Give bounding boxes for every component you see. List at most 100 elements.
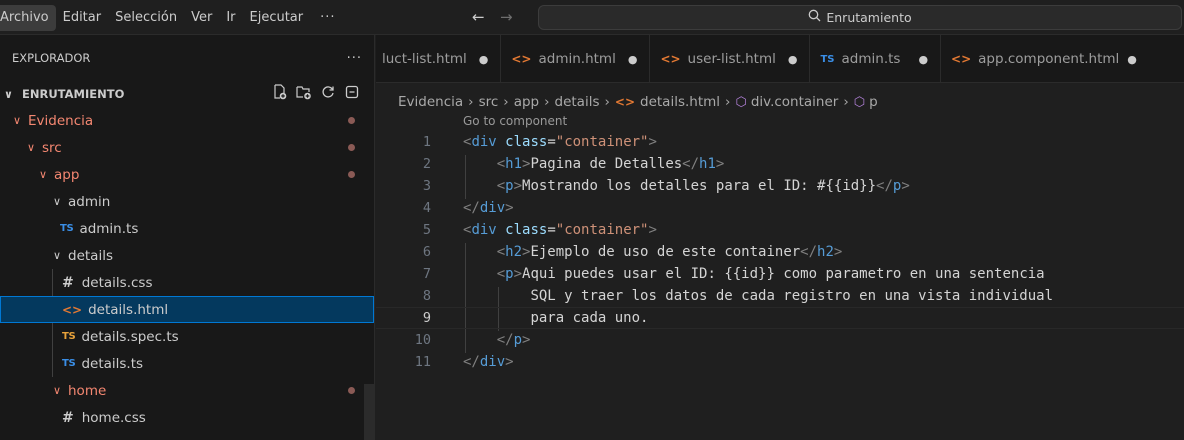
tree-item-admin-ts[interactable]: TS admin.ts [0,215,374,242]
line-content: </p> [496,332,531,348]
chevron-right-icon: › [544,94,550,110]
tab-admin-ts[interactable]: TS admin.ts ● [810,35,942,83]
chevron-down-icon: ∨ [52,195,62,208]
tab-label: user-list.html [687,51,776,67]
tree-item-home-css[interactable]: # home.css [0,404,374,431]
line-content: SQL y traer los datos de cada registro e… [463,288,1053,304]
typescript-test-icon: TS [62,331,76,342]
unsaved-dot-icon[interactable]: ● [479,53,489,66]
breadcrumb-item[interactable]: p [869,94,878,110]
forward-arrow-icon[interactable]: → [500,8,513,26]
tab-label: luct-list.html [382,51,467,67]
menu-seleccion[interactable]: Selección [108,5,184,31]
tab-user-list-html[interactable]: <> user-list.html ● [650,35,811,83]
line-number: 9 [422,310,431,326]
menu-bar: Archivo Editar Selección Ver Ir Ejecutar… [0,0,346,35]
typescript-icon: TS [60,223,74,234]
menu-editar[interactable]: Editar [56,5,109,31]
tree-item-label: details [68,247,113,264]
tree-item-label: home [68,382,107,399]
line-content: </div> [463,354,514,370]
explorer-title: EXPLORADOR [12,51,91,65]
breadcrumb-item[interactable]: app [514,94,539,110]
chevron-down-icon: ∨ [38,168,48,181]
tree-item-details-spec-ts[interactable]: TS details.spec.ts [0,323,374,350]
menu-more-button[interactable]: ··· [310,10,345,25]
html-icon: <> [660,52,681,66]
line-content: <p>Aqui puedes usar el ID: {{id}} como p… [496,266,1045,282]
command-center-search[interactable]: Enrutamiento [538,5,1182,30]
tab-app-component-html[interactable]: <> app.component.html ● [941,35,1149,83]
chevron-right-icon: › [468,94,474,110]
unsaved-dot-icon[interactable]: ● [628,53,638,66]
modified-dot [348,117,355,124]
new-folder-icon[interactable] [296,83,312,101]
unsaved-dot-icon[interactable]: ● [1127,53,1137,66]
chevron-down-icon: ∨ [52,249,62,262]
tree-item-label: details.css [81,274,153,291]
tab-label: app.component.html [978,51,1120,67]
code-line: 1 <div class="container"> [376,131,1184,153]
modified-dot [348,171,355,178]
tree-item-evidencia[interactable]: ∨ Evidencia [0,107,374,134]
sidebar-scrollbar[interactable] [364,384,374,440]
code-line: 6 <h2>Ejemplo de uso de este container</… [376,241,1184,263]
explorer-header: EXPLORADOR ··· [0,35,374,81]
line-number: 10 [414,332,431,348]
unsaved-dot-icon[interactable]: ● [788,53,798,66]
line-number: 8 [422,288,431,304]
line-number: 11 [414,354,431,370]
tab-label: admin.html [538,51,616,67]
breadcrumb-item[interactable]: details.html [640,94,720,110]
breadcrumb-item[interactable]: src [479,94,499,110]
tree-item-details-html[interactable]: <> details.html [0,296,374,323]
line-number: 3 [422,178,431,194]
refresh-icon[interactable] [320,83,336,101]
css-icon: # [62,274,74,291]
attr-name: class [505,222,548,238]
menu-ir[interactable]: Ir [219,5,242,31]
new-file-icon[interactable] [272,83,288,101]
line-content: <h2>Ejemplo de uso de este container</h2… [496,244,843,260]
text-content: SQL y traer los datos de cada registro e… [530,288,1054,304]
code-line: 8 SQL y traer los datos de cada registro… [376,285,1184,307]
code-editor[interactable]: Go to component 1 <div class="container"… [376,114,1184,440]
tab-admin-html[interactable]: <> admin.html ● [501,35,651,83]
tree-item-app[interactable]: ∨ app [0,161,374,188]
tree-item-home[interactable]: ∨ home [0,377,374,404]
line-content: para cada uno. [463,310,648,326]
menu-archivo[interactable]: Archivo [0,4,56,31]
tab-product-list-html[interactable]: luct-list.html ● [376,35,502,83]
breadcrumb-item[interactable]: details [555,94,600,110]
section-actions [272,83,360,101]
menu-ejecutar[interactable]: Ejecutar [243,5,311,31]
collapse-all-icon[interactable] [344,83,360,101]
tree-item-admin[interactable]: ∨ admin [0,188,374,215]
text-content: Pagina de Detalles [530,156,683,172]
element-icon: ⬡ [735,94,747,110]
codelens-go-to-component[interactable]: Go to component [463,114,567,128]
unsaved-dot-icon[interactable]: ● [918,53,928,66]
indent-guide [52,269,53,296]
tree-item-label: Evidencia [28,112,94,129]
html-icon: <> [951,52,972,66]
tree-item-details-ts[interactable]: TS details.ts [0,350,374,377]
workspace-section-header[interactable]: ∨ ENRUTAMIENTO [0,81,374,107]
breadcrumb-item[interactable]: div.container [751,94,839,110]
tree-item-src[interactable]: ∨ src [0,134,374,161]
html-icon: <> [614,95,636,109]
tab-label: admin.ts [841,51,901,67]
code-line: 3 <p>Mostrando los detalles para el ID: … [376,175,1184,197]
tree-item-details[interactable]: ∨ details [0,242,374,269]
tree-item-details-css[interactable]: # details.css [0,269,374,296]
attr-value: "container" [555,134,649,150]
explorer-more-button[interactable]: ··· [347,51,362,66]
menu-ver[interactable]: Ver [184,5,219,31]
html-icon: <> [511,52,532,66]
modified-dot [348,144,355,151]
back-arrow-icon[interactable]: ← [472,8,485,26]
line-content: <p>Mostrando los detalles para el ID: #{… [496,178,910,194]
text-content: Ejemplo de uso de este container [530,244,801,260]
title-bar: Archivo Editar Selección Ver Ir Ejecutar… [0,0,1184,35]
breadcrumb-item[interactable]: Evidencia [398,94,463,110]
